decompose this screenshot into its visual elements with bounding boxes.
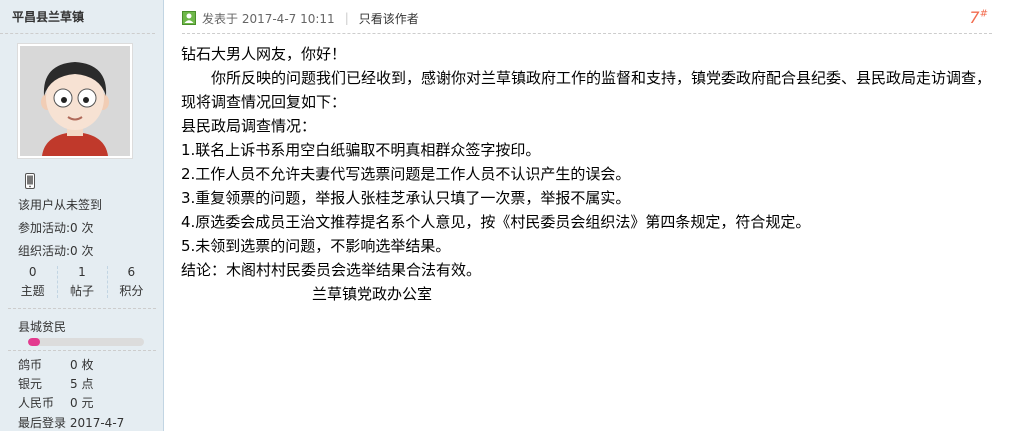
divider — [8, 308, 156, 309]
separator: | — [344, 11, 349, 25]
floor-mark: # — [979, 8, 988, 20]
body-line: 县民政局调查情况： — [181, 117, 317, 135]
divider — [8, 350, 156, 351]
floor-number[interactable]: 7# — [969, 8, 988, 27]
stat-value: 1 — [78, 265, 86, 279]
stat-posts[interactable]: 1 帖子 — [57, 262, 106, 302]
signature-line: 兰草镇党政办公室 — [312, 285, 433, 303]
body-line: 3.重复领票的问题，举报人张桂芝承认只填了一次票，举报不属实。 — [181, 189, 631, 207]
mobile-icon — [25, 173, 35, 189]
forum-post: 平昌县兰草镇 该用户从未签到 参加活动:0 次 组织活动:0 次 0 主题 1 … — [0, 0, 1010, 431]
activity-join-count: 参加活动:0 次 — [18, 221, 94, 235]
stat-value: 6 — [127, 265, 136, 279]
asset-row: 人民币 0 元 — [18, 394, 93, 411]
post-body: 钻石大男人网友，你好！ 你所反映的问题我们已经收到，感谢你对兰草镇政府工作的监督… — [181, 42, 991, 306]
user-sidebar: 平昌县兰草镇 该用户从未签到 参加活动:0 次 组织活动:0 次 0 主题 1 … — [0, 0, 164, 431]
body-line: 4.原选委会成员王治文推荐提名系个人意见，按《村民委员会组织法》第四条规定，符合… — [181, 213, 811, 231]
body-line: 5.未领到选票的问题，不影响选举结果。 — [181, 237, 451, 255]
avatar[interactable] — [17, 43, 133, 159]
asset-value: 0 元 — [70, 396, 94, 410]
stat-label: 主题 — [20, 284, 45, 298]
avatar-image — [20, 46, 130, 156]
stat-threads[interactable]: 0 主题 — [8, 262, 57, 302]
asset-key: 银元 — [18, 377, 43, 391]
username-link[interactable]: 平昌县兰草镇 — [0, 0, 155, 34]
activity-organize-count: 组织活动:0 次 — [18, 244, 94, 258]
asset-key: 人民币 — [18, 396, 55, 410]
level-progress-bar — [28, 338, 144, 346]
floor-number-value: 7 — [969, 8, 980, 27]
asset-row: 鸽币 0 枚 — [18, 356, 93, 373]
user-level[interactable]: 县城贫民 — [18, 318, 66, 335]
greeting-line: 钻石大男人网友，你好！ — [181, 45, 347, 63]
asset-value: 5 点 — [70, 377, 94, 391]
body-paragraph: 你所反映的问题我们已经收到，感谢你对兰草镇政府工作的监督和支持，镇党委政府配合县… — [181, 69, 992, 111]
stat-label: 帖子 — [69, 284, 94, 298]
asset-key: 鸽币 — [18, 358, 43, 372]
last-login: 最后登录 2017-4-7 — [18, 416, 125, 430]
conclusion-line: 结论：木阁村村民委员会选举结果合法有效。 — [181, 261, 482, 279]
asset-row: 银元 5 点 — [18, 375, 93, 392]
only-author-link[interactable]: 只看该作者 — [359, 10, 419, 27]
header-divider — [182, 33, 992, 34]
default-avatar-icon — [20, 46, 130, 156]
body-line: 1.联名上诉书系用空白纸骗取不明真相群众签字按印。 — [181, 141, 541, 159]
post-time: 发表于 2017-4-7 10:11 — [202, 11, 335, 26]
post-content: 发表于 2017-4-7 10:11 | 只看该作者 7# 钻石大男人网友，你好… — [164, 0, 1010, 431]
level-progress-fill — [28, 338, 40, 346]
checkin-status: 该用户从未签到 — [18, 198, 103, 212]
stat-label: 积分 — [119, 284, 144, 298]
body-line: 2.工作人员不允许夫妻代写选票问题是工作人员不认识产生的误会。 — [181, 165, 631, 183]
user-stats: 0 主题 1 帖子 6 积分 — [8, 262, 156, 302]
stat-value: 0 — [28, 265, 37, 279]
post-meta: 发表于 2017-4-7 10:11 | 只看该作者 — [182, 8, 419, 28]
online-status-icon — [182, 11, 196, 25]
asset-value: 0 枚 — [70, 358, 94, 372]
stat-points[interactable]: 6 积分 — [106, 262, 156, 302]
